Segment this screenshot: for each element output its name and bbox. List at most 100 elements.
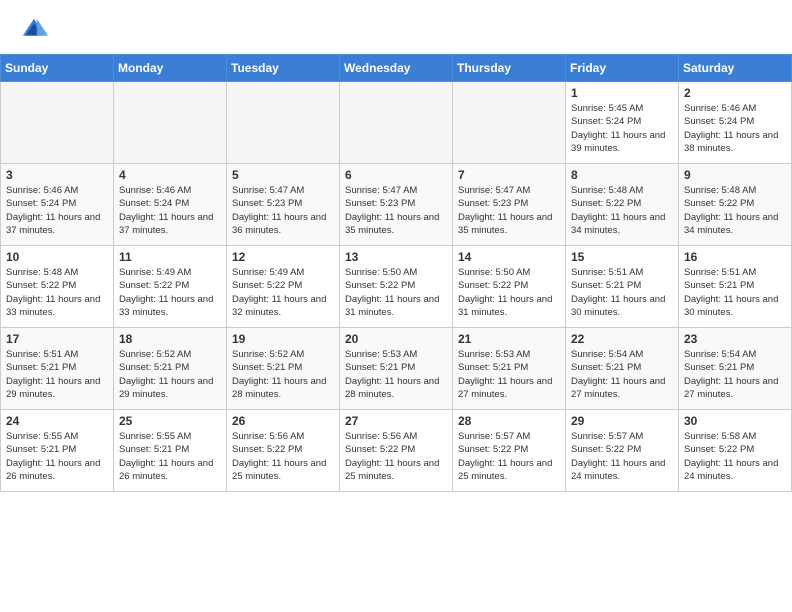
- calendar-cell: 25 Sunrise: 5:55 AMSunset: 5:21 PMDayligh…: [114, 410, 227, 492]
- day-number: 6: [345, 168, 447, 182]
- calendar-cell: 9Sunrise: 5:48 AMSunset: 5:22 PMDaylight…: [679, 164, 792, 246]
- day-info: Sunrise: 5:52 AMSunset: 5:21 PMDaylight:…: [232, 349, 326, 400]
- calendar-cell: 28Sunrise: 5:57 AMSunset: 5:22 PMDayligh…: [453, 410, 566, 492]
- calendar-cell: 6 Sunrise: 5:47 AMSunset: 5:23 PMDaylight…: [340, 164, 453, 246]
- day-info: Sunrise: 5:48 AMSunset: 5:22 PMDaylight:…: [684, 185, 778, 236]
- weekday-header-sunday: Sunday: [1, 55, 114, 82]
- day-info: Sunrise: 5:54 AMSunset: 5:21 PMDaylight:…: [684, 349, 778, 400]
- calendar-table: SundayMondayTuesdayWednesdayThursdayFrid…: [0, 54, 792, 492]
- day-number: 29: [571, 414, 673, 428]
- day-info: Sunrise: 5:58 AMSunset: 5:22 PMDaylight:…: [684, 431, 778, 482]
- calendar-cell: 23 Sunrise: 5:54 AMSunset: 5:21 PMDayligh…: [679, 328, 792, 410]
- calendar-cell: 5 Sunrise: 5:47 AMSunset: 5:23 PMDaylight…: [227, 164, 340, 246]
- day-info: Sunrise: 5:53 AMSunset: 5:21 PMDaylight:…: [345, 349, 439, 400]
- calendar-cell: 16 Sunrise: 5:51 AMSunset: 5:21 PMDayligh…: [679, 246, 792, 328]
- weekday-header-monday: Monday: [114, 55, 227, 82]
- day-number: 12: [232, 250, 334, 264]
- day-info: Sunrise: 5:47 AMSunset: 5:23 PMDaylight:…: [232, 185, 326, 236]
- calendar-week-3: 10Sunrise: 5:48 AMSunset: 5:22 PMDayligh…: [1, 246, 792, 328]
- day-number: 10: [6, 250, 108, 264]
- calendar-week-2: 3Sunrise: 5:46 AMSunset: 5:24 PMDaylight…: [1, 164, 792, 246]
- day-info: Sunrise: 5:57 AMSunset: 5:22 PMDaylight:…: [571, 431, 665, 482]
- calendar-cell: 21 Sunrise: 5:53 AMSunset: 5:21 PMDayligh…: [453, 328, 566, 410]
- weekday-header-thursday: Thursday: [453, 55, 566, 82]
- calendar-week-1: 1 Sunrise: 5:45 AMSunset: 5:24 PMDaylight…: [1, 82, 792, 164]
- calendar-cell: 4 Sunrise: 5:46 AMSunset: 5:24 PMDaylight…: [114, 164, 227, 246]
- day-number: 14: [458, 250, 560, 264]
- calendar-week-4: 17 Sunrise: 5:51 AMSunset: 5:21 PMDayligh…: [1, 328, 792, 410]
- header: [0, 0, 792, 54]
- calendar-cell: [227, 82, 340, 164]
- day-info: Sunrise: 5:46 AMSunset: 5:24 PMDaylight:…: [119, 185, 213, 236]
- day-number: 5: [232, 168, 334, 182]
- calendar-cell: 17 Sunrise: 5:51 AMSunset: 5:21 PMDayligh…: [1, 328, 114, 410]
- day-number: 7: [458, 168, 560, 182]
- day-number: 22: [571, 332, 673, 346]
- day-number: 8: [571, 168, 673, 182]
- day-number: 30: [684, 414, 786, 428]
- day-number: 25: [119, 414, 221, 428]
- day-info: Sunrise: 5:49 AMSunset: 5:22 PMDaylight:…: [232, 267, 326, 318]
- calendar-cell: 1 Sunrise: 5:45 AMSunset: 5:24 PMDaylight…: [566, 82, 679, 164]
- day-number: 23: [684, 332, 786, 346]
- day-info: Sunrise: 5:54 AMSunset: 5:21 PMDaylight:…: [571, 349, 665, 400]
- calendar-cell: 24 Sunrise: 5:55 AMSunset: 5:21 PMDayligh…: [1, 410, 114, 492]
- calendar-cell: 14Sunrise: 5:50 AMSunset: 5:22 PMDayligh…: [453, 246, 566, 328]
- calendar-cell: [453, 82, 566, 164]
- day-info: Sunrise: 5:51 AMSunset: 5:21 PMDaylight:…: [571, 267, 665, 318]
- day-info: Sunrise: 5:51 AMSunset: 5:21 PMDaylight:…: [6, 349, 100, 400]
- day-number: 13: [345, 250, 447, 264]
- calendar-cell: 27 Sunrise: 5:56 AMSunset: 5:22 PMDayligh…: [340, 410, 453, 492]
- day-info: Sunrise: 5:45 AMSunset: 5:24 PMDaylight:…: [571, 103, 665, 154]
- calendar-cell: 12 Sunrise: 5:49 AMSunset: 5:22 PMDayligh…: [227, 246, 340, 328]
- calendar-cell: 8 Sunrise: 5:48 AMSunset: 5:22 PMDaylight…: [566, 164, 679, 246]
- day-info: Sunrise: 5:56 AMSunset: 5:22 PMDaylight:…: [345, 431, 439, 482]
- day-number: 1: [571, 86, 673, 100]
- calendar-cell: 11 Sunrise: 5:49 AMSunset: 5:22 PMDayligh…: [114, 246, 227, 328]
- day-info: Sunrise: 5:50 AMSunset: 5:22 PMDaylight:…: [345, 267, 439, 318]
- day-info: Sunrise: 5:47 AMSunset: 5:23 PMDaylight:…: [345, 185, 439, 236]
- day-info: Sunrise: 5:49 AMSunset: 5:22 PMDaylight:…: [119, 267, 213, 318]
- calendar-cell: 26Sunrise: 5:56 AMSunset: 5:22 PMDayligh…: [227, 410, 340, 492]
- calendar-cell: [340, 82, 453, 164]
- day-number: 20: [345, 332, 447, 346]
- day-number: 17: [6, 332, 108, 346]
- weekday-header-friday: Friday: [566, 55, 679, 82]
- calendar-cell: 18Sunrise: 5:52 AMSunset: 5:21 PMDayligh…: [114, 328, 227, 410]
- day-number: 24: [6, 414, 108, 428]
- day-info: Sunrise: 5:55 AMSunset: 5:21 PMDaylight:…: [6, 431, 100, 482]
- day-info: Sunrise: 5:51 AMSunset: 5:21 PMDaylight:…: [684, 267, 778, 318]
- weekday-header-row: SundayMondayTuesdayWednesdayThursdayFrid…: [1, 55, 792, 82]
- logo-icon: [20, 16, 48, 44]
- logo: [20, 16, 52, 44]
- day-number: 27: [345, 414, 447, 428]
- calendar-cell: [114, 82, 227, 164]
- day-info: Sunrise: 5:48 AMSunset: 5:22 PMDaylight:…: [571, 185, 665, 236]
- day-number: 2: [684, 86, 786, 100]
- day-info: Sunrise: 5:47 AMSunset: 5:23 PMDaylight:…: [458, 185, 552, 236]
- calendar-cell: 2 Sunrise: 5:46 AMSunset: 5:24 PMDaylight…: [679, 82, 792, 164]
- calendar-cell: 13 Sunrise: 5:50 AMSunset: 5:22 PMDayligh…: [340, 246, 453, 328]
- day-info: Sunrise: 5:52 AMSunset: 5:21 PMDaylight:…: [119, 349, 213, 400]
- calendar-cell: 30 Sunrise: 5:58 AMSunset: 5:22 PMDayligh…: [679, 410, 792, 492]
- day-info: Sunrise: 5:46 AMSunset: 5:24 PMDaylight:…: [684, 103, 778, 154]
- day-info: Sunrise: 5:55 AMSunset: 5:21 PMDaylight:…: [119, 431, 213, 482]
- day-info: Sunrise: 5:56 AMSunset: 5:22 PMDaylight:…: [232, 431, 326, 482]
- calendar-cell: 19Sunrise: 5:52 AMSunset: 5:21 PMDayligh…: [227, 328, 340, 410]
- weekday-header-tuesday: Tuesday: [227, 55, 340, 82]
- day-number: 4: [119, 168, 221, 182]
- day-info: Sunrise: 5:53 AMSunset: 5:21 PMDaylight:…: [458, 349, 552, 400]
- weekday-header-wednesday: Wednesday: [340, 55, 453, 82]
- calendar-cell: 20 Sunrise: 5:53 AMSunset: 5:21 PMDayligh…: [340, 328, 453, 410]
- weekday-header-saturday: Saturday: [679, 55, 792, 82]
- day-number: 16: [684, 250, 786, 264]
- calendar-cell: [1, 82, 114, 164]
- page: SundayMondayTuesdayWednesdayThursdayFrid…: [0, 0, 792, 492]
- calendar-cell: 3Sunrise: 5:46 AMSunset: 5:24 PMDaylight…: [1, 164, 114, 246]
- calendar-week-5: 24 Sunrise: 5:55 AMSunset: 5:21 PMDayligh…: [1, 410, 792, 492]
- day-info: Sunrise: 5:46 AMSunset: 5:24 PMDaylight:…: [6, 185, 100, 236]
- day-number: 28: [458, 414, 560, 428]
- day-number: 21: [458, 332, 560, 346]
- day-number: 11: [119, 250, 221, 264]
- calendar-cell: 7 Sunrise: 5:47 AMSunset: 5:23 PMDaylight…: [453, 164, 566, 246]
